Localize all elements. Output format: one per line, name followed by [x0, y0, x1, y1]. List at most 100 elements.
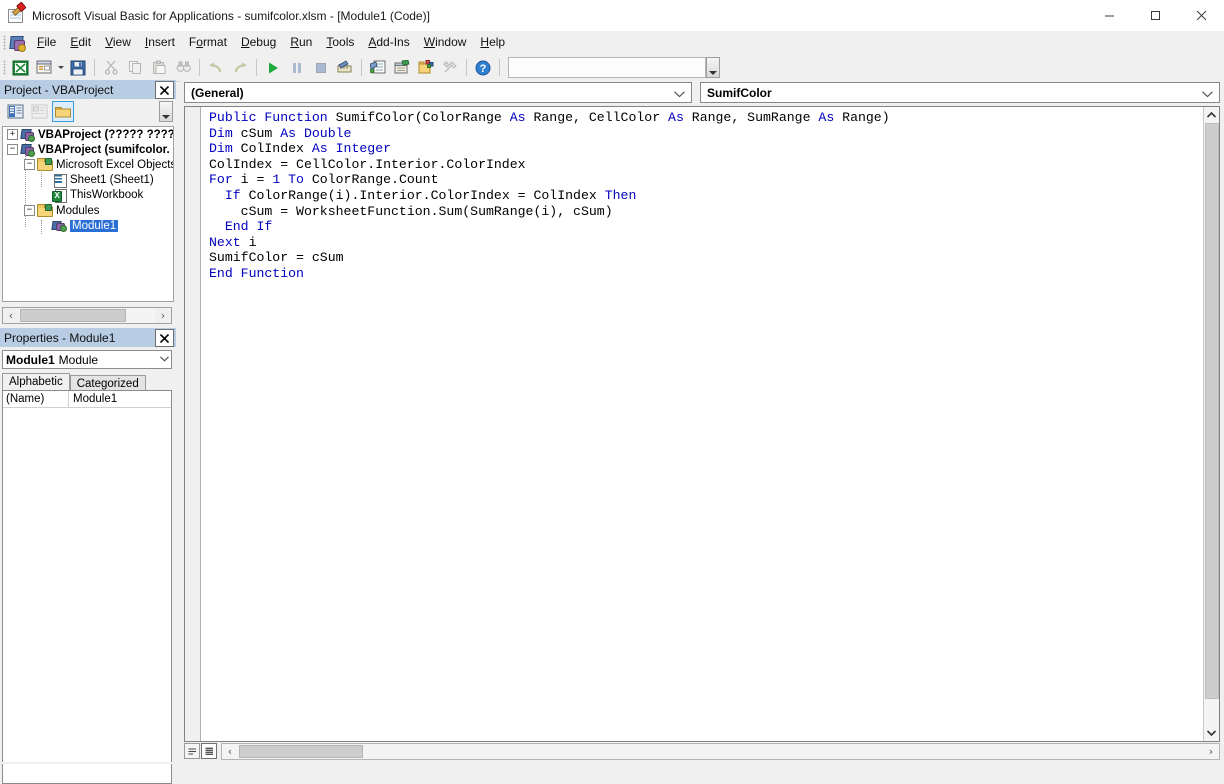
- project-tree[interactable]: + VBAProject (????? ????) − VBAProject (…: [2, 126, 174, 302]
- scroll-left-arrow-icon[interactable]: ‹: [222, 744, 238, 759]
- paste-button[interactable]: [148, 57, 170, 79]
- copy-button[interactable]: [124, 57, 146, 79]
- menu-file[interactable]: File: [30, 32, 63, 53]
- code-margin-indicator-bar[interactable]: [185, 107, 201, 741]
- menu-insert[interactable]: Insert: [138, 32, 182, 53]
- scroll-track[interactable]: [19, 308, 155, 323]
- tree-expander-minus[interactable]: −: [24, 159, 35, 171]
- properties-grid[interactable]: (Name) Module1: [2, 390, 172, 784]
- code-window-bottom-bar: ‹ ›: [184, 742, 1220, 760]
- code-text[interactable]: Public Function SumifColor(ColorRange As…: [209, 110, 1201, 282]
- full-module-view-button[interactable]: [201, 743, 217, 759]
- tree-expander-minus[interactable]: −: [7, 144, 18, 156]
- tree-item-modules[interactable]: − Modules: [3, 203, 173, 218]
- menu-edit[interactable]: Edit: [63, 32, 98, 53]
- minimize-button[interactable]: [1086, 0, 1132, 31]
- properties-close-button[interactable]: [155, 329, 174, 347]
- scroll-left-arrow-icon[interactable]: ‹: [3, 308, 19, 323]
- toolbar-spin-down-icon[interactable]: [706, 57, 720, 78]
- tree-expander-minus[interactable]: −: [24, 205, 35, 217]
- tab-alphabetic[interactable]: Alphabetic: [2, 373, 70, 391]
- code-editor[interactable]: Public Function SumifColor(ColorRange As…: [184, 106, 1220, 742]
- project-explorer-title-bar: Project - VBAProject: [0, 80, 176, 99]
- object-browser-button[interactable]: [415, 57, 437, 79]
- scroll-up-arrow-icon[interactable]: [1204, 107, 1220, 123]
- tree-item-module1[interactable]: Module1: [3, 218, 173, 233]
- tree-item-label: Modules: [56, 204, 100, 217]
- toolbox-button[interactable]: [439, 57, 461, 79]
- find-button[interactable]: [172, 57, 194, 79]
- scroll-right-arrow-icon[interactable]: ›: [1203, 744, 1219, 759]
- procedure-view-button[interactable]: [184, 743, 200, 759]
- reset-button[interactable]: [310, 57, 332, 79]
- scroll-thumb[interactable]: [239, 744, 363, 758]
- property-value[interactable]: Module1: [69, 391, 171, 407]
- tree-item-vbaproject-unknown[interactable]: + VBAProject (????? ????): [3, 127, 173, 143]
- menu-format[interactable]: Format: [182, 32, 234, 53]
- insert-userform-button[interactable]: [33, 57, 55, 79]
- procedure-combo-value: SumifColor: [707, 85, 772, 100]
- project-explorer-button[interactable]: [367, 57, 389, 79]
- scroll-thumb[interactable]: [20, 309, 126, 322]
- menu-window[interactable]: Window: [417, 32, 474, 53]
- code-line: For i = 1 To ColorRange.Count: [209, 172, 439, 188]
- run-button[interactable]: [262, 57, 284, 79]
- break-button[interactable]: [286, 57, 308, 79]
- procedure-combo[interactable]: SumifColor: [700, 82, 1220, 103]
- view-excel-button[interactable]: [9, 57, 31, 79]
- folder-icon[interactable]: [52, 101, 74, 122]
- chevron-down-icon[interactable]: [160, 354, 169, 364]
- insert-userform-dropdown-arrow[interactable]: [56, 57, 66, 79]
- tree-item-sheet1[interactable]: Sheet1 (Sheet1): [3, 173, 173, 188]
- object-combo[interactable]: (General): [184, 82, 692, 103]
- project-explorer-close-button[interactable]: [155, 81, 174, 99]
- code-line: End If: [224, 219, 273, 235]
- properties-object-combo[interactable]: Module1 Module: [2, 350, 172, 369]
- project-explorer-spin-icon[interactable]: [159, 101, 173, 122]
- view-code-icon[interactable]: [4, 101, 26, 122]
- chevron-down-icon[interactable]: [674, 87, 685, 101]
- toolbar-separator: [199, 59, 200, 76]
- redo-button[interactable]: [229, 57, 251, 79]
- code-horizontal-scrollbar[interactable]: ‹ ›: [221, 742, 1220, 760]
- scroll-right-arrow-icon[interactable]: ›: [155, 308, 171, 323]
- menu-help[interactable]: Help: [473, 32, 512, 53]
- scroll-track[interactable]: [238, 743, 1203, 759]
- menu-view[interactable]: View: [98, 32, 138, 53]
- properties-window-button[interactable]: [391, 57, 413, 79]
- project-explorer-hscrollbar[interactable]: ‹ ›: [2, 307, 172, 324]
- toolbar-separator: [256, 59, 257, 76]
- svg-text:?: ?: [480, 63, 487, 75]
- close-button[interactable]: [1178, 0, 1224, 31]
- maximize-button[interactable]: [1132, 0, 1178, 31]
- code-line: Dim cSum As Double: [209, 125, 352, 141]
- toolbar-search-input[interactable]: [508, 57, 706, 78]
- property-name: (Name): [3, 391, 69, 407]
- menu-debug[interactable]: Debug: [234, 32, 283, 53]
- scroll-thumb[interactable]: [1204, 123, 1219, 699]
- tree-item-excel-objects[interactable]: − Microsoft Excel Objects: [3, 157, 173, 172]
- tree-item-thisworkbook[interactable]: ThisWorkbook: [3, 188, 173, 203]
- menu-tools[interactable]: Tools: [319, 32, 361, 53]
- cut-button[interactable]: [100, 57, 122, 79]
- toolbar-grip[interactable]: [3, 60, 6, 75]
- menu-run[interactable]: Run: [283, 32, 319, 53]
- tab-categorized[interactable]: Categorized: [69, 375, 146, 391]
- window-title-text: Microsoft Visual Basic for Applications …: [32, 8, 430, 23]
- window-title-bar: Microsoft Visual Basic for Applications …: [0, 0, 1224, 31]
- property-row[interactable]: (Name) Module1: [3, 391, 171, 408]
- tree-item-vbaproject-sumifcolor[interactable]: − VBAProject (sumifcolor.: [3, 142, 173, 158]
- chevron-down-icon[interactable]: [1202, 87, 1213, 101]
- design-mode-button[interactable]: [334, 57, 356, 79]
- module-icon: [51, 219, 67, 233]
- menu-addins[interactable]: Add-Ins: [361, 32, 416, 53]
- undo-button[interactable]: [205, 57, 227, 79]
- scroll-down-arrow-icon[interactable]: [1204, 725, 1220, 741]
- code-vertical-scrollbar[interactable]: [1203, 107, 1219, 741]
- menubar-grip[interactable]: [3, 35, 6, 50]
- save-button[interactable]: [67, 57, 89, 79]
- view-object-icon[interactable]: [28, 101, 50, 122]
- toolbar-separator: [361, 59, 362, 76]
- tree-expander-plus[interactable]: +: [7, 129, 18, 141]
- help-button[interactable]: ?: [472, 57, 494, 79]
